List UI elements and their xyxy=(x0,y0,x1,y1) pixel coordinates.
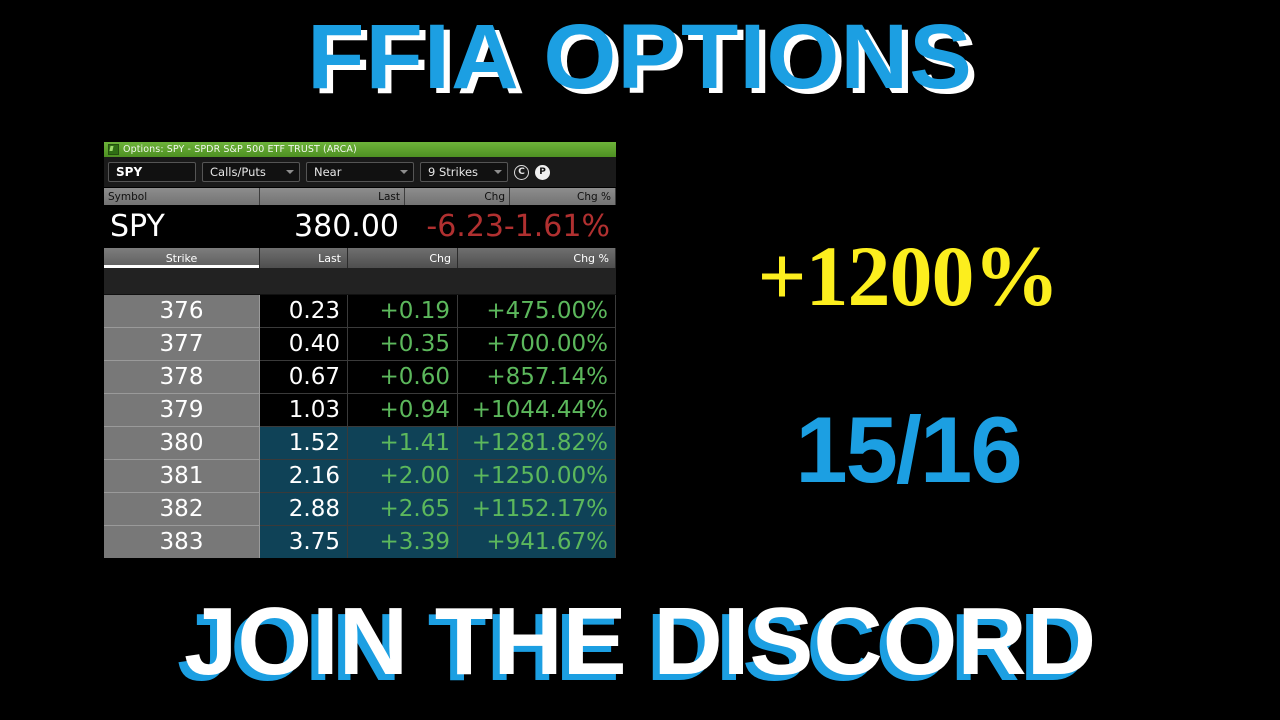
chain-cell-strike: 377 xyxy=(104,328,260,361)
page-title: FFIA OPTIONS xyxy=(307,6,973,108)
chain-cell-strike: 380 xyxy=(104,427,260,460)
chain-cell-last: 2.88 xyxy=(260,493,348,526)
call-toggle-icon[interactable]: C xyxy=(514,164,529,180)
chain-cell-chg: +0.35 xyxy=(348,328,458,361)
win-record-badge: 15/16 xyxy=(795,397,1022,502)
chain-cell-chg-pct: +1281.82% xyxy=(458,427,616,460)
chain-cell-last: 1.52 xyxy=(260,427,348,460)
chain-cell-last: 1.03 xyxy=(260,394,348,427)
chain-cell-chg: +0.19 xyxy=(348,295,458,328)
strike-count-value: 9 Strikes xyxy=(428,165,479,179)
chain-cell-last: 0.23 xyxy=(260,295,348,328)
quote-symbol: SPY xyxy=(110,209,165,244)
option-type-value: Calls/Puts xyxy=(210,165,266,179)
chain-header-strike[interactable]: Strike xyxy=(104,248,260,268)
chain-cell-last: 0.40 xyxy=(260,328,348,361)
chevron-down-icon xyxy=(494,170,502,174)
table-row[interactable]: 376 0.23 +0.19 +475.00% xyxy=(104,295,616,328)
table-row[interactable]: 377 0.40 +0.35 +700.00% xyxy=(104,328,616,361)
table-row[interactable]: 379 1.03 +0.94 +1044.44% xyxy=(104,394,616,427)
quote-last: 380.00 xyxy=(294,209,399,244)
table-row[interactable]: 383 3.75 +3.39 +941.67% xyxy=(104,526,616,558)
gain-badge: +1200% xyxy=(757,228,1059,324)
table-row[interactable]: 378 0.67 +0.60 +857.14% xyxy=(104,361,616,394)
chain-cell-last: 3.75 xyxy=(260,526,348,558)
chevron-down-icon xyxy=(400,170,408,174)
window-chart-icon xyxy=(108,144,119,155)
put-toggle-icon[interactable]: P xyxy=(535,164,550,180)
window-title-bar: Options: SPY - SPDR S&P 500 ETF TRUST (A… xyxy=(104,142,616,157)
options-chain-window: Options: SPY - SPDR S&P 500 ETF TRUST (A… xyxy=(104,142,616,558)
chevron-down-icon xyxy=(286,170,294,174)
expiry-dropdown[interactable]: Near xyxy=(306,162,414,182)
chain-header-chg[interactable]: Chg xyxy=(348,248,458,268)
strike-count-dropdown[interactable]: 9 Strikes xyxy=(420,162,508,182)
quote-change: -6.23 xyxy=(426,209,504,244)
quote-header-row: Symbol Last Chg Chg % xyxy=(104,188,616,205)
chain-group-spacer-row xyxy=(104,268,616,295)
chain-cell-last: 0.67 xyxy=(260,361,348,394)
chain-cell-strike: 383 xyxy=(104,526,260,558)
chain-cell-chg: +3.39 xyxy=(348,526,458,558)
table-row[interactable]: 382 2.88 +2.65 +1152.17% xyxy=(104,493,616,526)
quote-header-symbol[interactable]: Symbol xyxy=(104,188,260,205)
table-row[interactable]: 380 1.52 +1.41 +1281.82% xyxy=(104,427,616,460)
chain-cell-chg-pct: +1152.17% xyxy=(458,493,616,526)
chain-body: 376 0.23 +0.19 +475.00% 377 0.40 +0.35 +700.00%… xyxy=(104,295,616,558)
thumbnail-canvas: FFIA OPTIONS +1200% 15/16 JOIN THE DISCO… xyxy=(0,0,1280,720)
quote-header-chg[interactable]: Chg xyxy=(405,188,510,205)
chain-header-chg-pct[interactable]: Chg % xyxy=(458,248,616,268)
put-toggle-label: P xyxy=(539,166,546,177)
chain-cell-strike: 382 xyxy=(104,493,260,526)
quote-header-chg-pct[interactable]: Chg % xyxy=(510,188,616,205)
chain-header-last[interactable]: Last xyxy=(260,248,348,268)
chain-cell-strike: 381 xyxy=(104,460,260,493)
quote-change-pct: -1.61% xyxy=(503,209,610,244)
chain-header-row: Strike Last Chg Chg % xyxy=(104,248,616,268)
chain-cell-chg-pct: +475.00% xyxy=(458,295,616,328)
table-row[interactable]: 381 2.16 +2.00 +1250.00% xyxy=(104,460,616,493)
symbol-input-value: SPY xyxy=(116,165,143,179)
expiry-value: Near xyxy=(314,165,342,179)
window-title-text: Options: SPY - SPDR S&P 500 ETF TRUST (A… xyxy=(123,144,357,155)
chain-cell-chg: +0.60 xyxy=(348,361,458,394)
chain-cell-strike: 379 xyxy=(104,394,260,427)
chain-cell-last: 2.16 xyxy=(260,460,348,493)
quote-row[interactable]: SPY 380.00 -6.23 -1.61% xyxy=(104,205,616,248)
chain-cell-chg-pct: +857.14% xyxy=(458,361,616,394)
call-to-action: JOIN THE DISCORD xyxy=(183,588,1097,695)
options-toolbar: SPY Calls/Puts Near 9 Strikes C P xyxy=(104,157,616,188)
chain-cell-chg: +2.00 xyxy=(348,460,458,493)
symbol-input[interactable]: SPY xyxy=(108,162,196,182)
chain-cell-strike: 376 xyxy=(104,295,260,328)
chain-cell-chg: +0.94 xyxy=(348,394,458,427)
chain-cell-chg: +2.65 xyxy=(348,493,458,526)
chain-cell-chg-pct: +941.67% xyxy=(458,526,616,558)
option-type-dropdown[interactable]: Calls/Puts xyxy=(202,162,300,182)
call-toggle-label: C xyxy=(518,166,525,177)
quote-header-last[interactable]: Last xyxy=(260,188,405,205)
chain-cell-chg: +1.41 xyxy=(348,427,458,460)
chain-cell-chg-pct: +1044.44% xyxy=(458,394,616,427)
chain-cell-chg-pct: +1250.00% xyxy=(458,460,616,493)
chain-cell-chg-pct: +700.00% xyxy=(458,328,616,361)
chain-cell-strike: 378 xyxy=(104,361,260,394)
